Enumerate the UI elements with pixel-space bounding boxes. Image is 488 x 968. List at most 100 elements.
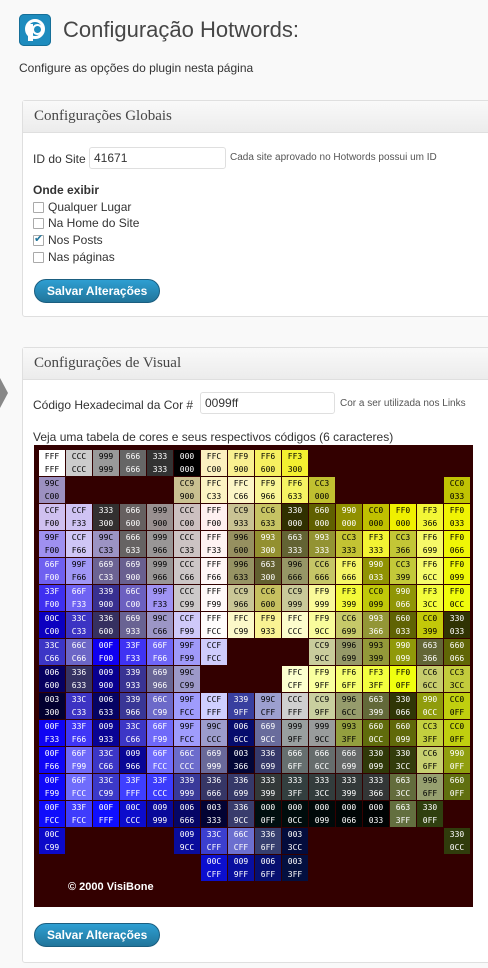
- swatch-code-top: 990: [395, 587, 411, 596]
- color-swatch: FFC CCC: [282, 612, 308, 638]
- swatch-code-top: CCF: [206, 695, 222, 704]
- swatch-code-bottom: 333: [287, 546, 303, 555]
- swatch-code-bottom: 966: [260, 492, 276, 501]
- swatch-code-bottom: 300: [44, 708, 60, 717]
- swatch-code-top: 996: [341, 695, 357, 704]
- swatch-code-bottom: FFF: [206, 708, 222, 717]
- color-swatch: FFC C00: [201, 450, 227, 476]
- swatch-code-bottom: F99: [179, 654, 195, 663]
- option-nas-paginas[interactable]: Nas páginas: [33, 249, 115, 265]
- swatch-code-top: CCF: [206, 641, 222, 650]
- checkbox-checked[interactable]: [33, 232, 44, 246]
- color-swatch: 336 9CC: [228, 801, 254, 827]
- color-swatch: 663 3CC: [390, 774, 416, 800]
- save-button-visual[interactable]: Salvar Alterações: [34, 923, 161, 947]
- swatch-code-top: 33C: [98, 776, 114, 785]
- color-swatch: 00F F66: [39, 747, 65, 773]
- swatch-code-top: 00F: [44, 749, 60, 758]
- color-swatch: CC3 3CC: [444, 666, 470, 692]
- checkbox[interactable]: [33, 201, 44, 213]
- color-chart-image: © 2000 VisiBone FFF FFF CCC CCC 999 999 666 666…: [34, 445, 473, 907]
- color-swatch: 996 600: [228, 531, 254, 557]
- swatch-code-bottom: 099: [395, 735, 411, 744]
- swatch-code-bottom: F00: [44, 600, 60, 609]
- color-swatch: 99C CFF: [255, 693, 281, 719]
- swatch-code-bottom: 966: [152, 546, 168, 555]
- color-swatch: 333 399: [336, 774, 362, 800]
- swatch-code-top: 999: [152, 560, 168, 569]
- swatch-code-bottom: 300: [260, 546, 276, 555]
- swatch-code-top: FFF: [44, 452, 60, 461]
- color-swatch: 00F FCC: [39, 801, 65, 827]
- color-swatch: 66F F00: [39, 558, 65, 584]
- color-swatch: CC3 000: [309, 477, 335, 503]
- swatch-code-bottom: 3FF: [395, 816, 411, 825]
- swatch-code-top: FF3: [422, 506, 438, 515]
- checkbox[interactable]: [33, 217, 44, 229]
- swatch-code-top: FF6: [422, 560, 438, 569]
- swatch-code-bottom: 399: [395, 573, 411, 582]
- option-qualquer-lugar[interactable]: Qualquer Lugar: [33, 199, 131, 215]
- swatch-code-bottom: 033: [368, 816, 384, 825]
- swatch-code-bottom: FCC: [71, 789, 87, 798]
- swatch-code-top: 993: [260, 533, 276, 542]
- swatch-code-top: 999: [152, 506, 168, 515]
- swatch-code-top: 33C: [125, 722, 141, 731]
- color-swatch: 663 333: [282, 531, 308, 557]
- color-swatch: FF6 633: [282, 477, 308, 503]
- swatch-code-bottom: 699: [260, 762, 276, 771]
- swatch-code-top: 996: [341, 641, 357, 650]
- swatch-code-top: CCF: [71, 506, 87, 515]
- color-swatch: 990 0CC: [417, 693, 443, 719]
- color-swatch: FFF F66: [201, 558, 227, 584]
- color-swatch: 006 633: [93, 693, 119, 719]
- swatch-code-top: 003: [44, 695, 60, 704]
- collapse-arrow-icon[interactable]: [0, 378, 8, 408]
- color-swatch: FF3 300: [282, 450, 308, 476]
- swatch-code-top: CC0: [449, 695, 465, 704]
- swatch-code-top: 330: [449, 830, 465, 839]
- color-swatch: 000 099: [309, 801, 335, 827]
- swatch-code-bottom: 933: [260, 627, 276, 636]
- swatch-code-bottom: 3CC: [314, 789, 330, 798]
- swatch-code-bottom: C66: [44, 654, 60, 663]
- swatch-code-top: 006: [233, 722, 249, 731]
- swatch-code-top: 336: [260, 749, 276, 758]
- site-id-input[interactable]: 41671: [89, 147, 226, 169]
- color-swatch: 33C C66: [120, 720, 146, 746]
- swatch-code-top: 006: [179, 803, 195, 812]
- swatch-code-bottom: 900: [98, 600, 114, 609]
- color-swatch: 009 9CC: [174, 828, 200, 854]
- swatch-code-bottom: 6CC: [314, 762, 330, 771]
- swatch-code-top: 996: [233, 533, 249, 542]
- swatch-code-bottom: C99: [179, 681, 195, 690]
- swatch-code-top: 00C: [206, 857, 222, 866]
- swatch-code-bottom: 666: [125, 465, 141, 474]
- color-swatch: 996 6FF: [417, 774, 443, 800]
- swatch-code-top: 66C: [71, 641, 87, 650]
- option-na-home[interactable]: Na Home do Site: [33, 215, 139, 231]
- swatch-code-top: 339: [179, 776, 195, 785]
- swatch-code-bottom: 333: [206, 816, 222, 825]
- color-code-hint: Cor a ser utilizada nos Links: [340, 398, 466, 409]
- swatch-code-top: 339: [125, 695, 141, 704]
- swatch-code-bottom: F33: [152, 600, 168, 609]
- swatch-code-top: CC3: [449, 668, 465, 677]
- color-swatch: CCC C00: [174, 504, 200, 530]
- swatch-code-bottom: F33: [44, 735, 60, 744]
- checkbox[interactable]: [33, 251, 44, 263]
- swatch-code-top: 999: [152, 533, 168, 542]
- swatch-code-top: CCC: [71, 452, 87, 461]
- option-nos-posts[interactable]: Nos Posts: [33, 232, 103, 248]
- color-swatch: 33C C99: [93, 774, 119, 800]
- swatch-code-bottom: 0FF: [449, 735, 465, 744]
- color-code-input[interactable]: 0099ff: [200, 392, 335, 414]
- swatch-code-top: 333: [341, 776, 357, 785]
- swatch-code-top: 66C: [233, 830, 249, 839]
- swatch-code-bottom: 9CC: [233, 816, 249, 825]
- swatch-code-bottom: 9FF: [233, 870, 249, 879]
- color-swatch: 33F CCC: [147, 774, 173, 800]
- save-button-global[interactable]: Salvar Alterações: [34, 279, 161, 303]
- color-swatch: 99C CCC: [201, 720, 227, 746]
- swatch-code-top: FF6: [422, 533, 438, 542]
